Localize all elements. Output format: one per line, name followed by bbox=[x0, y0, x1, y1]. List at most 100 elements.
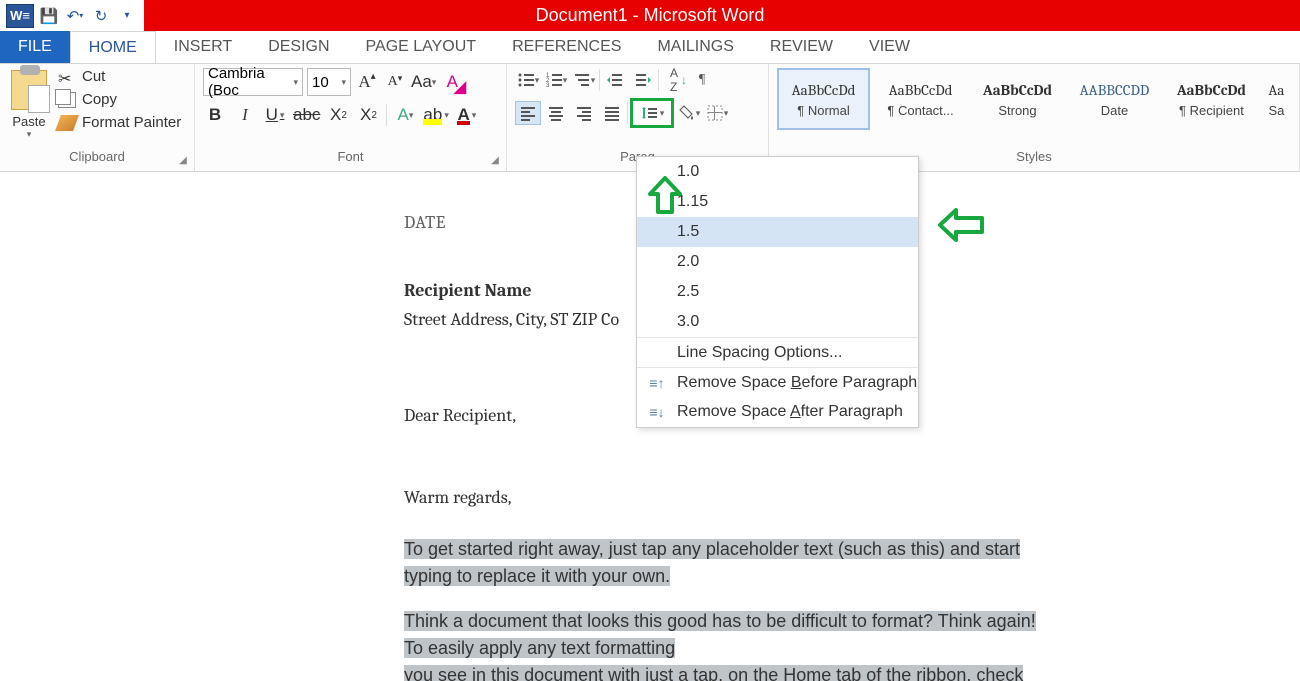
paste-dropdown-icon[interactable]: ▾ bbox=[8, 129, 50, 140]
style-preview: Aa bbox=[1268, 81, 1284, 99]
format-painter-label: Format Painter bbox=[82, 114, 181, 131]
font-size-value: 10 bbox=[312, 74, 329, 91]
tab-home[interactable]: HOME bbox=[70, 31, 156, 63]
increase-indent-button[interactable] bbox=[630, 68, 656, 92]
group-clipboard: Paste ▾ ✂ Cut Copy Format Painter Clipbo… bbox=[0, 64, 195, 171]
annotation-arrow-left-icon bbox=[938, 208, 984, 242]
paste-button[interactable]: Paste ▾ bbox=[8, 70, 50, 140]
text-effects-button[interactable]: A▾ bbox=[393, 102, 417, 128]
numbering-button[interactable]: 123▾ bbox=[543, 68, 569, 92]
line-spacing-options[interactable]: Line Spacing Options... bbox=[637, 337, 918, 367]
style-strong[interactable]: AaBbCcDd Strong bbox=[971, 68, 1064, 130]
bullets-button[interactable]: ▾ bbox=[515, 68, 541, 92]
tab-review[interactable]: REVIEW bbox=[752, 31, 851, 63]
strikethrough-button[interactable]: abc bbox=[293, 102, 320, 128]
undo-icon[interactable]: ↶▾ bbox=[64, 5, 86, 27]
line-spacing-2-5[interactable]: 2.5 bbox=[637, 277, 918, 307]
tab-mailings[interactable]: MAILINGS bbox=[639, 31, 751, 63]
font-name-combo[interactable]: Cambria (Boc ▾ bbox=[203, 68, 303, 96]
scissors-icon: ✂ bbox=[58, 69, 76, 85]
style-name: ¶ Contact... bbox=[887, 103, 953, 118]
line-spacing-button[interactable]: ▾ bbox=[630, 98, 674, 128]
clipboard-group-label: Clipboard bbox=[8, 147, 186, 169]
svg-text:3: 3 bbox=[546, 83, 550, 89]
font-group-label: Font bbox=[203, 147, 498, 169]
superscript-button[interactable]: X2 bbox=[356, 102, 380, 128]
borders-button[interactable]: ▾ bbox=[704, 101, 730, 125]
chevron-down-icon: ▾ bbox=[341, 77, 346, 88]
style-date[interactable]: AABBCCDD Date bbox=[1068, 68, 1161, 130]
remove-space-after[interactable]: ≡↓ Remove Space After Paragraph bbox=[637, 397, 918, 427]
decrease-indent-button[interactable] bbox=[602, 68, 628, 92]
shrink-font-button[interactable]: A▾ bbox=[383, 69, 407, 95]
font-dialog-launcher[interactable]: ◢ bbox=[488, 153, 502, 167]
format-painter-button[interactable]: Format Painter bbox=[58, 114, 181, 131]
copy-label: Copy bbox=[82, 91, 117, 108]
remove-after-icon: ≡↓ bbox=[647, 404, 667, 420]
group-styles: AaBbCcDd ¶ Normal AaBbCcDd ¶ Contact... … bbox=[769, 64, 1300, 171]
shading-button[interactable]: ▾ bbox=[676, 101, 702, 125]
quick-access-toolbar: W≡ 💾 ↶▾ ↻ ▾ bbox=[0, 0, 144, 31]
doc-paragraph-2[interactable]: Think a document that looks this good ha… bbox=[404, 608, 1050, 681]
tab-view[interactable]: VIEW bbox=[851, 31, 928, 63]
change-case-button[interactable]: Aa▾ bbox=[411, 69, 436, 95]
line-spacing-1-5[interactable]: 1.5 bbox=[637, 217, 918, 247]
font-size-combo[interactable]: 10 ▾ bbox=[307, 68, 351, 96]
justify-button[interactable] bbox=[599, 101, 625, 125]
window-title: Document1 - Microsoft Word bbox=[0, 5, 1300, 26]
brush-icon bbox=[55, 115, 79, 131]
tab-file[interactable]: FILE bbox=[0, 31, 70, 63]
style-recipient[interactable]: AaBbCcDd ¶ Recipient bbox=[1165, 68, 1258, 130]
line-spacing-2[interactable]: 2.0 bbox=[637, 247, 918, 277]
cut-button[interactable]: ✂ Cut bbox=[58, 68, 181, 85]
save-icon[interactable]: 💾 bbox=[38, 5, 60, 27]
style-preview: AaBbCcDd bbox=[1177, 81, 1246, 99]
tab-insert[interactable]: INSERT bbox=[156, 31, 250, 63]
style-name: Strong bbox=[998, 103, 1036, 118]
paste-label: Paste bbox=[8, 114, 50, 129]
tab-references[interactable]: REFERENCES bbox=[494, 31, 639, 63]
multilevel-list-button[interactable]: ▾ bbox=[571, 68, 597, 92]
font-color-button[interactable]: A▾ bbox=[455, 102, 479, 128]
doc-regards[interactable]: Warm regards, bbox=[404, 486, 1050, 510]
styles-gallery[interactable]: AaBbCcDd ¶ Normal AaBbCcDd ¶ Contact... … bbox=[777, 68, 1291, 130]
style-name: Date bbox=[1101, 103, 1128, 118]
title-bar: W≡ 💾 ↶▾ ↻ ▾ Document1 - Microsoft Word bbox=[0, 0, 1300, 31]
chevron-down-icon: ▾ bbox=[293, 77, 298, 88]
line-spacing-3[interactable]: 3.0 bbox=[637, 307, 918, 337]
align-left-button[interactable] bbox=[515, 101, 541, 125]
style-name: Sa bbox=[1269, 103, 1285, 118]
subscript-button[interactable]: X2 bbox=[326, 102, 350, 128]
clear-formatting-button[interactable]: A◢ bbox=[440, 69, 464, 95]
tab-design[interactable]: DESIGN bbox=[250, 31, 347, 63]
style-partial[interactable]: Aa Sa bbox=[1262, 68, 1291, 130]
align-center-button[interactable] bbox=[543, 101, 569, 125]
copy-button[interactable]: Copy bbox=[58, 91, 181, 108]
underline-button[interactable]: U▾ bbox=[263, 102, 287, 128]
redo-icon[interactable]: ↻ bbox=[90, 5, 112, 27]
word-app-icon[interactable]: W≡ bbox=[6, 4, 34, 28]
style-name: ¶ Recipient bbox=[1179, 103, 1244, 118]
show-marks-button[interactable]: ¶ bbox=[689, 68, 715, 92]
annotation-arrow-up-icon bbox=[648, 176, 682, 216]
group-font: Cambria (Boc ▾ 10 ▾ A▴ A▾ Aa▾ A◢ B I U▾ … bbox=[195, 64, 507, 171]
align-right-button[interactable] bbox=[571, 101, 597, 125]
paste-icon bbox=[11, 70, 47, 110]
group-paragraph: ▾ 123▾ ▾ AZ↓ ¶ ▾ ▾ ▾ Parag bbox=[507, 64, 769, 171]
ribbon-tabs: FILE HOME INSERT DESIGN PAGE LAYOUT REFE… bbox=[0, 31, 1300, 63]
highlight-button[interactable]: ab▾ bbox=[423, 102, 448, 128]
tab-page-layout[interactable]: PAGE LAYOUT bbox=[348, 31, 495, 63]
clipboard-dialog-launcher[interactable]: ◢ bbox=[176, 153, 190, 167]
remove-space-before[interactable]: ≡↑ Remove Space Before Paragraph bbox=[637, 367, 918, 397]
style-name: ¶ Normal bbox=[797, 103, 850, 118]
customize-qat-icon[interactable]: ▾ bbox=[116, 5, 138, 27]
doc-paragraph-1[interactable]: To get started right away, just tap any … bbox=[404, 536, 1050, 590]
bold-button[interactable]: B bbox=[203, 102, 227, 128]
style-normal[interactable]: AaBbCcDd ¶ Normal bbox=[777, 68, 870, 130]
sort-button[interactable]: AZ↓ bbox=[661, 68, 687, 92]
copy-icon bbox=[58, 92, 76, 108]
italic-button[interactable]: I bbox=[233, 102, 257, 128]
style-contact[interactable]: AaBbCcDd ¶ Contact... bbox=[874, 68, 967, 130]
style-preview: AaBbCcDd bbox=[983, 81, 1052, 99]
grow-font-button[interactable]: A▴ bbox=[355, 69, 379, 95]
